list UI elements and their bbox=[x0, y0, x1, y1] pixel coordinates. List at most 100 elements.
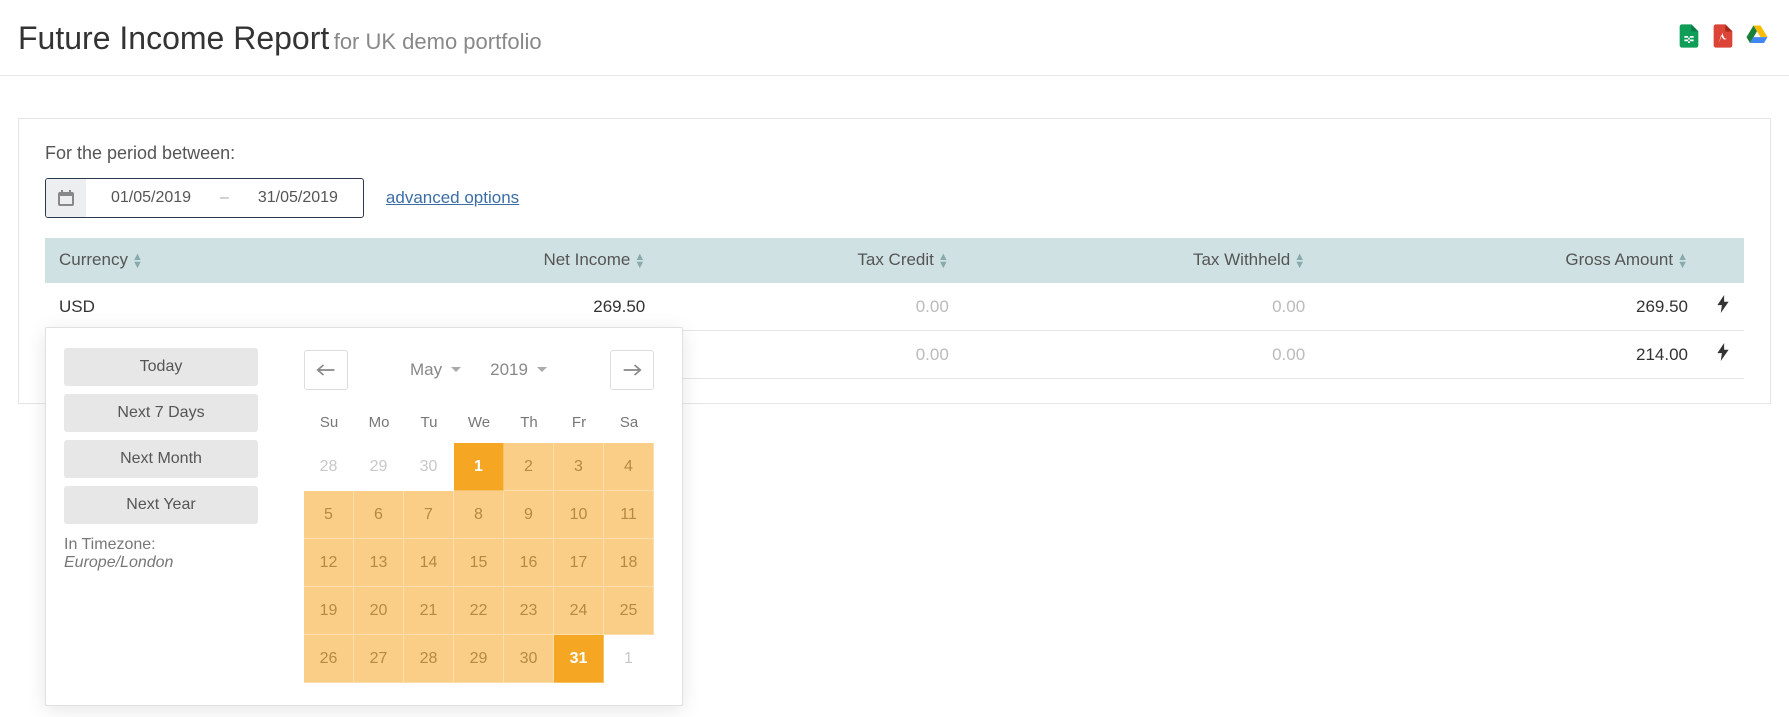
timezone-value: Europe/London bbox=[64, 554, 258, 572]
export-drive-icon[interactable] bbox=[1743, 22, 1771, 55]
day-15[interactable]: 15 bbox=[454, 539, 504, 587]
day-4[interactable]: 4 bbox=[604, 443, 654, 491]
day-6[interactable]: 6 bbox=[354, 491, 404, 539]
cell-tax-credit: 0.00 bbox=[659, 331, 963, 379]
dow-tu: Tu bbox=[404, 406, 454, 443]
date-range-input[interactable]: 01/05/2019 – 31/05/2019 bbox=[45, 178, 364, 218]
preset-next7-button[interactable]: Next 7 Days bbox=[64, 394, 258, 432]
day-23[interactable]: 23 bbox=[504, 587, 554, 635]
day-25[interactable]: 25 bbox=[604, 587, 654, 635]
date-picker-presets: Today Next 7 Days Next Month Next Year I… bbox=[46, 328, 276, 705]
cell-action[interactable] bbox=[1702, 331, 1744, 379]
day-7[interactable]: 7 bbox=[404, 491, 454, 539]
export-sheets-icon[interactable] bbox=[1675, 22, 1703, 55]
day-19[interactable]: 19 bbox=[304, 587, 354, 635]
cell-net-income: 269.50 bbox=[329, 283, 659, 331]
date-picker-calendar: May 2019 Su Mo Tu We Th Fr Sa 28 29 30 bbox=[276, 328, 682, 705]
day-29[interactable]: 29 bbox=[454, 635, 504, 683]
table-row: USD 269.50 0.00 0.00 269.50 bbox=[45, 283, 1744, 331]
sort-icon: ▲▼ bbox=[634, 253, 645, 269]
day-5[interactable]: 5 bbox=[304, 491, 354, 539]
cell-tax-withheld: 0.00 bbox=[963, 331, 1319, 379]
month-select[interactable]: May bbox=[410, 360, 462, 380]
col-tax-credit[interactable]: Tax Credit▲▼ bbox=[659, 238, 963, 283]
calendar-grid: Su Mo Tu We Th Fr Sa 28 29 30 1 2 3 4 5 … bbox=[304, 406, 654, 683]
sort-icon: ▲▼ bbox=[938, 253, 949, 269]
dow-su: Su bbox=[304, 406, 354, 443]
day-9[interactable]: 9 bbox=[504, 491, 554, 539]
dow-th: Th bbox=[504, 406, 554, 443]
col-net-income[interactable]: Net Income▲▼ bbox=[329, 238, 659, 283]
chevron-down-icon bbox=[450, 366, 462, 374]
date-separator: – bbox=[216, 189, 233, 207]
date-from: 01/05/2019 bbox=[86, 189, 216, 207]
timezone-label: In Timezone: bbox=[64, 536, 258, 554]
cell-tax-credit: 0.00 bbox=[659, 283, 963, 331]
day-next-1[interactable]: 1 bbox=[604, 635, 654, 683]
date-to: 31/05/2019 bbox=[233, 189, 363, 207]
bolt-icon bbox=[1716, 343, 1730, 361]
preset-next-month-button[interactable]: Next Month bbox=[64, 440, 258, 478]
month-year-select: May 2019 bbox=[410, 360, 548, 380]
day-20[interactable]: 20 bbox=[354, 587, 404, 635]
day-3[interactable]: 3 bbox=[554, 443, 604, 491]
sort-icon: ▲▼ bbox=[1294, 253, 1305, 269]
period-label: For the period between: bbox=[45, 143, 1744, 164]
col-tax-withheld[interactable]: Tax Withheld▲▼ bbox=[963, 238, 1319, 283]
day-prev-30[interactable]: 30 bbox=[404, 443, 454, 491]
day-31[interactable]: 31 bbox=[554, 635, 604, 683]
day-17[interactable]: 17 bbox=[554, 539, 604, 587]
day-24[interactable]: 24 bbox=[554, 587, 604, 635]
day-prev-28[interactable]: 28 bbox=[304, 443, 354, 491]
year-select[interactable]: 2019 bbox=[490, 360, 548, 380]
cell-action[interactable] bbox=[1702, 283, 1744, 331]
cell-tax-withheld: 0.00 bbox=[963, 283, 1319, 331]
date-range-row: 01/05/2019 – 31/05/2019 advanced options bbox=[45, 178, 1744, 218]
bolt-icon bbox=[1716, 295, 1730, 313]
date-picker-popup: Today Next 7 Days Next Month Next Year I… bbox=[45, 327, 683, 706]
day-27[interactable]: 27 bbox=[354, 635, 404, 683]
day-28[interactable]: 28 bbox=[404, 635, 454, 683]
page-header: Future Income Report for UK demo portfol… bbox=[0, 0, 1789, 76]
day-12[interactable]: 12 bbox=[304, 539, 354, 587]
day-11[interactable]: 11 bbox=[604, 491, 654, 539]
day-1[interactable]: 1 bbox=[454, 443, 504, 491]
day-prev-29[interactable]: 29 bbox=[354, 443, 404, 491]
chevron-down-icon bbox=[536, 366, 548, 374]
next-month-button[interactable] bbox=[610, 350, 654, 390]
preset-next-year-button[interactable]: Next Year bbox=[64, 486, 258, 524]
day-14[interactable]: 14 bbox=[404, 539, 454, 587]
day-26[interactable]: 26 bbox=[304, 635, 354, 683]
sort-icon: ▲▼ bbox=[1677, 253, 1688, 269]
calendar-nav: May 2019 bbox=[304, 350, 654, 390]
prev-month-button[interactable] bbox=[304, 350, 348, 390]
report-card: For the period between: 01/05/2019 – 31/… bbox=[18, 118, 1771, 404]
day-22[interactable]: 22 bbox=[454, 587, 504, 635]
cell-gross-amount: 269.50 bbox=[1319, 283, 1702, 331]
cell-gross-amount: 214.00 bbox=[1319, 331, 1702, 379]
page-subtitle: for UK demo portfolio bbox=[334, 29, 542, 54]
day-18[interactable]: 18 bbox=[604, 539, 654, 587]
cell-currency: USD bbox=[45, 283, 329, 331]
col-gross-amount[interactable]: Gross Amount▲▼ bbox=[1319, 238, 1702, 283]
day-30[interactable]: 30 bbox=[504, 635, 554, 683]
day-10[interactable]: 10 bbox=[554, 491, 604, 539]
day-21[interactable]: 21 bbox=[404, 587, 454, 635]
export-pdf-icon[interactable] bbox=[1709, 22, 1737, 55]
dow-mo: Mo bbox=[354, 406, 404, 443]
preset-today-button[interactable]: Today bbox=[64, 348, 258, 386]
day-8[interactable]: 8 bbox=[454, 491, 504, 539]
calendar-icon bbox=[46, 179, 86, 217]
page-title: Future Income Report bbox=[18, 20, 329, 56]
advanced-options-link[interactable]: advanced options bbox=[386, 188, 519, 208]
dow-fr: Fr bbox=[554, 406, 604, 443]
header-title-wrap: Future Income Report for UK demo portfol… bbox=[18, 20, 542, 57]
day-2[interactable]: 2 bbox=[504, 443, 554, 491]
day-16[interactable]: 16 bbox=[504, 539, 554, 587]
sort-icon: ▲▼ bbox=[132, 253, 143, 269]
export-icons bbox=[1675, 22, 1771, 55]
dow-we: We bbox=[454, 406, 504, 443]
day-13[interactable]: 13 bbox=[354, 539, 404, 587]
col-currency[interactable]: Currency▲▼ bbox=[45, 238, 329, 283]
dow-sa: Sa bbox=[604, 406, 654, 443]
